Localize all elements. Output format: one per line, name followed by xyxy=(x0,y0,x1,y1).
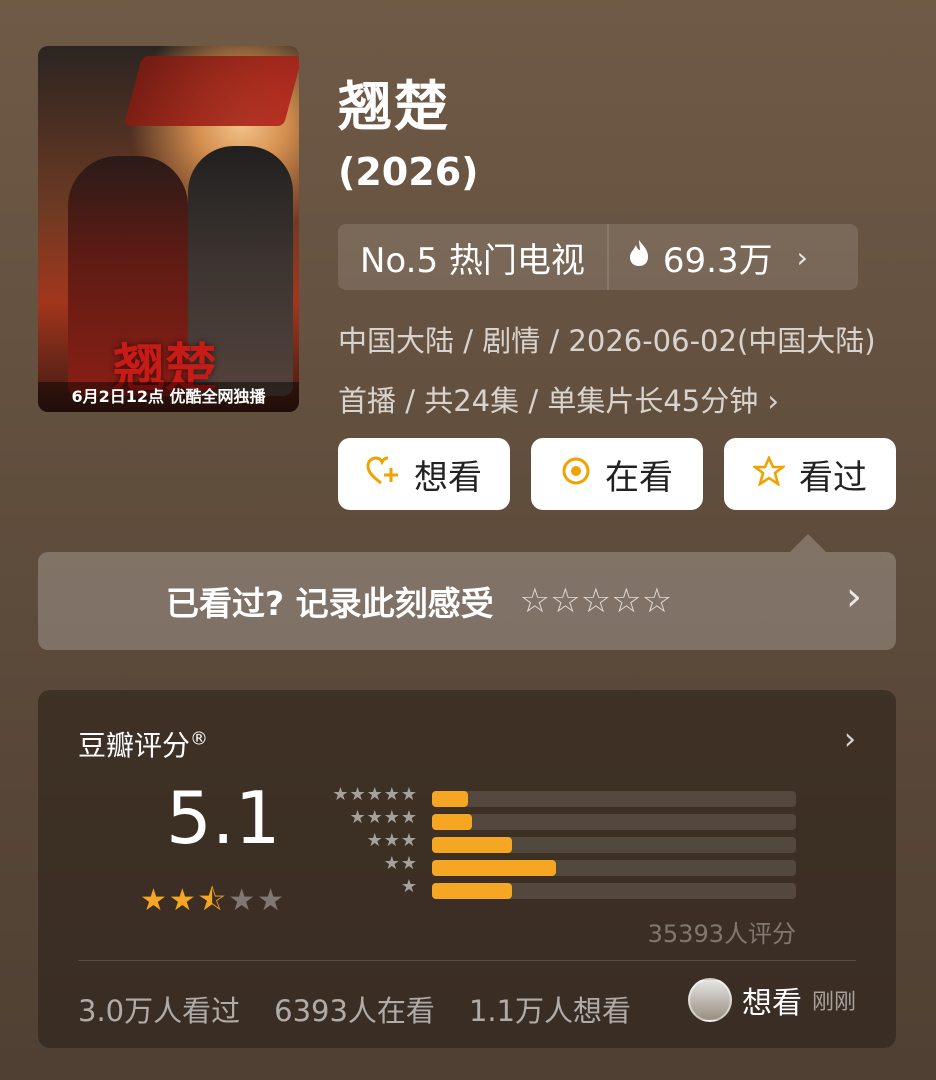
star-outline-icon xyxy=(751,454,787,492)
page-title: 翘楚 xyxy=(338,75,450,138)
target-icon xyxy=(561,456,591,492)
heart-plus-icon xyxy=(366,456,400,492)
star-empty-icon: ★★ xyxy=(228,883,287,918)
watched-count[interactable]: 3.0万人看过 xyxy=(78,988,240,1030)
distribution-bar xyxy=(432,860,556,876)
release-year: (2026) xyxy=(338,150,479,194)
distribution-bar xyxy=(432,814,472,830)
star-half-icon: ⯪ xyxy=(197,883,229,918)
rate-stars-input[interactable]: ☆☆☆☆☆ xyxy=(520,581,672,621)
watched-button[interactable]: 看过 xyxy=(724,438,896,510)
want-to-watch-button[interactable]: 想看 xyxy=(338,438,510,510)
rank-label: No.5 热门电视 xyxy=(360,240,585,281)
score-stars: ★★⯪★★ xyxy=(140,878,286,929)
distribution-track xyxy=(432,791,796,807)
friend-time: 刚刚 xyxy=(811,990,856,1015)
heat-value: 69.3万 xyxy=(662,240,773,281)
distribution-stars-label: ★ xyxy=(400,876,418,897)
rank-badge[interactable]: No.5 热门电视 69.3万 › xyxy=(338,224,858,290)
rating-distribution-row: ★★★ xyxy=(328,830,798,854)
poster-image[interactable]: 翘楚 6月2日12点 优酷全网独播 xyxy=(38,46,299,412)
meta-line-1: 中国大陆 / 剧情 / 2026-06-02(中国大陆) xyxy=(338,324,876,358)
distribution-stars-label: ★★ xyxy=(383,853,418,874)
star-filled-icon: ★★ xyxy=(140,883,198,918)
record-prompt: 已看过? 记录此刻感受 xyxy=(166,584,494,623)
chevron-right-icon: › xyxy=(796,240,808,274)
rating-distribution-row: ★★★★ xyxy=(328,807,798,831)
flame-icon xyxy=(627,237,651,277)
registered-mark: ® xyxy=(190,728,209,750)
avatar[interactable] xyxy=(687,978,732,1022)
meta-line-2[interactable]: 首播 / 共24集 / 单集片长45分钟 › xyxy=(338,378,779,420)
distribution-bar xyxy=(432,837,512,853)
watch-stats: 3.0万人看过 6393人在看 1.1万人想看 xyxy=(78,988,631,1030)
distribution-track xyxy=(432,814,796,830)
rating-distribution-row: ★★★★★ xyxy=(328,784,798,808)
distribution-stars-label: ★★★ xyxy=(366,830,418,851)
distribution-stars-label: ★★★★ xyxy=(349,807,418,828)
watching-count[interactable]: 6393人在看 xyxy=(274,988,435,1030)
distribution-track xyxy=(432,860,796,876)
divider xyxy=(78,960,856,961)
distribution-bar xyxy=(432,883,512,899)
chevron-right-icon[interactable]: › xyxy=(844,722,856,757)
heat-section: 69.3万 › xyxy=(609,224,826,290)
rating-title-text: 豆瓣评分 xyxy=(78,729,191,762)
friend-activity[interactable]: 想看 刚刚 xyxy=(687,978,856,1022)
watched-label: 看过 xyxy=(799,457,867,498)
want-to-watch-label: 想看 xyxy=(414,457,482,498)
distribution-track xyxy=(432,883,796,899)
rating-count: 35393人评分 xyxy=(647,920,796,948)
distribution-bar xyxy=(432,791,468,807)
rating-distribution-row: ★ xyxy=(328,876,798,900)
distribution-track xyxy=(432,837,796,853)
rating-distribution-row: ★★ xyxy=(328,853,798,877)
poster-flag xyxy=(123,56,299,126)
rating-title: 豆瓣评分® xyxy=(78,724,208,764)
watching-button[interactable]: 在看 xyxy=(531,438,703,510)
distribution-stars-label: ★★★★★ xyxy=(332,784,418,805)
poster-caption: 6月2日12点 优酷全网独播 xyxy=(38,382,299,412)
rating-card[interactable]: 豆瓣评分® › 5.1 ★★⯪★★ ★★★★★ ★★★★ ★★★ ★★ ★ 35393人… xyxy=(38,690,896,1048)
watching-label: 在看 xyxy=(605,457,673,498)
tooltip-pointer xyxy=(790,534,826,552)
friend-action: 想看 xyxy=(741,986,802,1021)
record-feeling-bar[interactable]: 已看过? 记录此刻感受 ☆☆☆☆☆ › xyxy=(38,552,896,650)
chevron-right-icon: › xyxy=(846,574,862,620)
want-count[interactable]: 1.1万人想看 xyxy=(469,988,631,1030)
rating-score: 5.1 xyxy=(166,776,281,860)
